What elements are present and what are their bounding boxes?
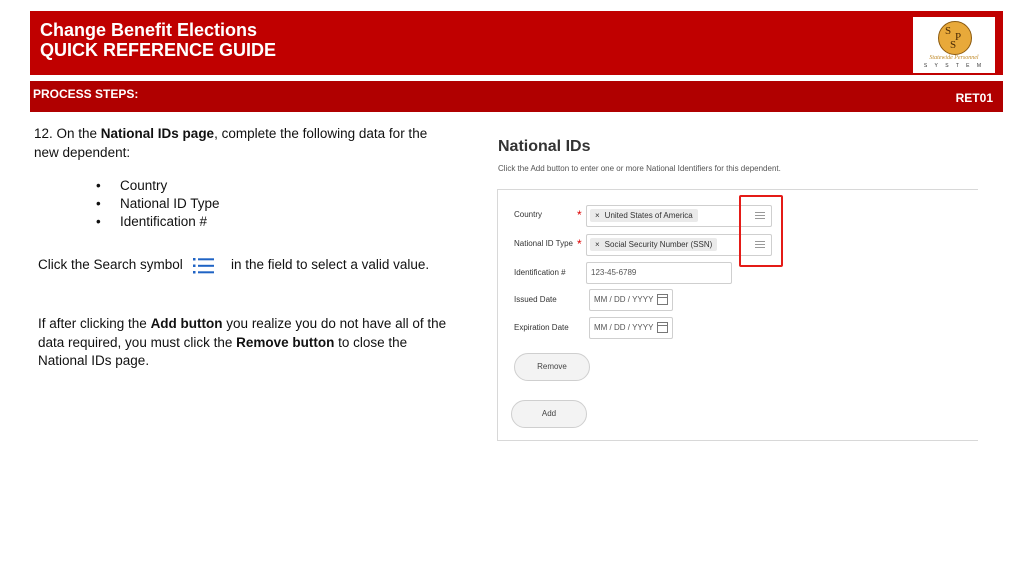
remove-note: If after clicking the Add button you rea…	[38, 316, 447, 368]
country-label: Country	[514, 210, 543, 219]
list-item: • National ID Type	[96, 196, 220, 211]
search-icons-highlight	[739, 195, 783, 267]
process-steps-label: PROCESS STEPS:	[33, 87, 139, 101]
logo-system-text: S Y S T E M	[923, 63, 985, 69]
issued-date-label: Issued Date	[514, 295, 557, 304]
required-mark: *	[577, 237, 582, 251]
national-ids-subtitle: Click the Add button to enter one or mor…	[498, 164, 781, 173]
guide-subtitle: QUICK REFERENCE GUIDE	[40, 40, 277, 60]
process-code: RET01	[955, 91, 993, 105]
id-type-pill[interactable]: × Social Security Number (SSN)	[590, 238, 718, 251]
country-pill[interactable]: × United States of America	[590, 209, 698, 222]
identification-input[interactable]: 123-45-6789	[586, 262, 732, 284]
guide-title: Change Benefit Elections	[40, 20, 258, 40]
expiration-date-label: Expiration Date	[514, 323, 569, 332]
id-type-label: National ID Type	[514, 239, 573, 248]
issued-date-input[interactable]: MM / DD / YYYY	[589, 289, 673, 311]
remove-x-icon: ×	[595, 211, 600, 220]
logo-seal: S P S	[938, 21, 972, 55]
remove-button[interactable]: Remove	[514, 353, 590, 381]
required-mark: *	[577, 208, 582, 222]
list-item: • Country	[96, 178, 168, 193]
header-banner: Change Benefit Elections QUICK REFERENCE…	[30, 11, 1003, 75]
sps-logo: S P S Statewide Personnel S Y S T E M	[913, 17, 995, 73]
step-instruction: 12. On the National IDs page, complete t…	[34, 126, 428, 160]
logo-text: Statewide Personnel	[929, 55, 979, 61]
required-fields-list: • Country • National ID Type • Identificati…	[96, 177, 220, 231]
national-ids-title: National IDs	[498, 138, 591, 155]
calendar-icon[interactable]	[657, 322, 668, 333]
search-list-icon	[193, 258, 214, 274]
list-item: • Identification #	[96, 214, 208, 229]
identification-label: Identification #	[514, 268, 566, 277]
national-ids-panel: Country * × United States of America Nati…	[497, 189, 978, 441]
add-button[interactable]: Add	[511, 400, 587, 428]
process-steps-bar: PROCESS STEPS: RET01	[30, 81, 1003, 112]
calendar-icon[interactable]	[657, 294, 668, 305]
remove-x-icon: ×	[595, 240, 600, 249]
expiration-date-input[interactable]: MM / DD / YYYY	[589, 317, 673, 339]
